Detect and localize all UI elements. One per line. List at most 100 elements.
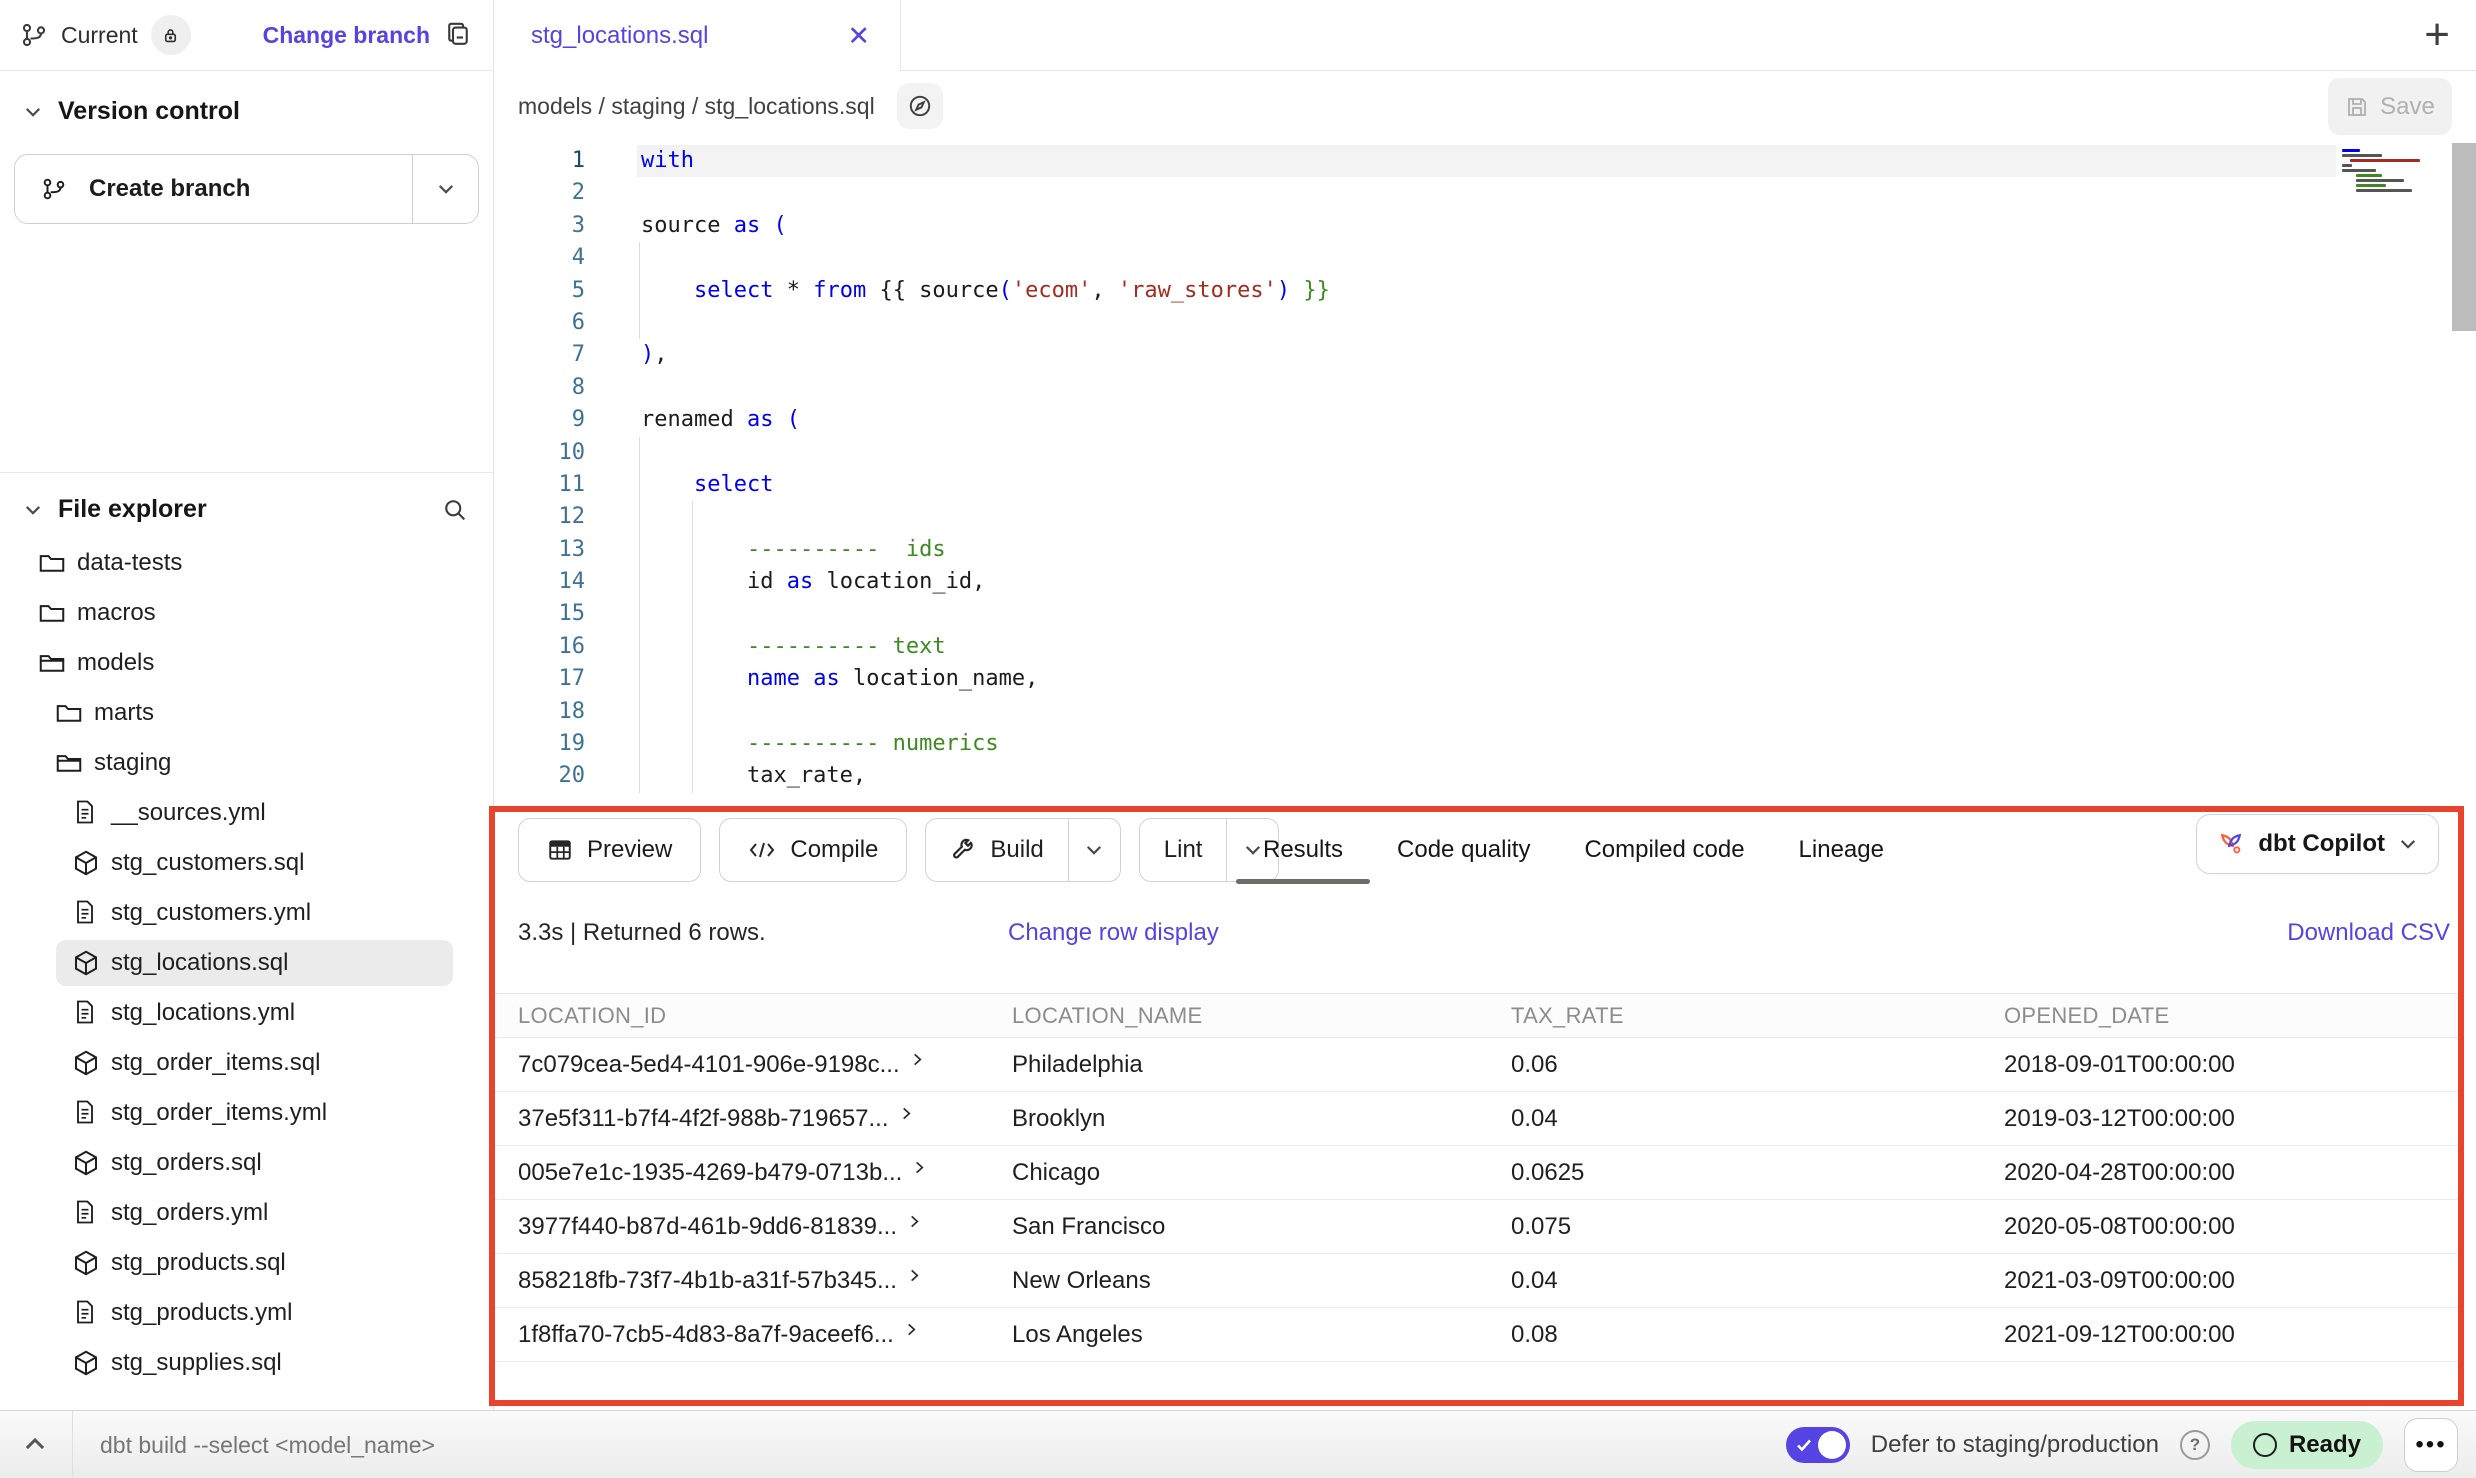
panel-tab-compiled-code[interactable]: Compiled code (1557, 818, 1771, 882)
file-tree-item-label: marts (94, 699, 154, 727)
build-button[interactable]: Build (926, 819, 1067, 881)
tab-stg-locations-sql[interactable]: stg_locations.sql ✕ (495, 0, 901, 72)
file-tree-item-stg-locations-yml[interactable]: stg_locations.yml (0, 988, 493, 1038)
table-row: 7c079cea-5ed4-4101-906e-9198c...Philadel… (495, 1038, 2462, 1092)
save-button[interactable]: Save (2328, 78, 2452, 135)
lint-button[interactable]: Lint (1140, 819, 1227, 881)
code-editor[interactable]: 1with23source as (45 select * from {{ so… (495, 141, 2476, 810)
file-tree-item-label: models (77, 649, 154, 677)
results-bar: 3.3s | Returned 6 rows. Change row displ… (518, 910, 2450, 956)
code-line-10[interactable]: 10 (495, 437, 2476, 469)
code-line-5[interactable]: 5 select * from {{ source('ecom', 'raw_s… (495, 275, 2476, 307)
build-label: Build (990, 836, 1043, 864)
chevron-down-icon[interactable] (23, 500, 43, 520)
line-number: 20 (495, 760, 585, 792)
file-explorer-title: File explorer (58, 495, 207, 524)
change-row-display-link[interactable]: Change row display (1008, 919, 1219, 947)
file-tree-item-stg-supplies-sql[interactable]: stg_supplies.sql (0, 1338, 493, 1388)
file-tree-item-stg-order-items-sql[interactable]: stg_order_items.sql (0, 1038, 493, 1088)
expand-cell-icon[interactable] (907, 1214, 922, 1229)
code-line-12[interactable]: 12 (495, 501, 2476, 533)
code-line-4[interactable]: 4 (495, 242, 2476, 274)
file-tree-item-data-tests[interactable]: data-tests (0, 538, 493, 588)
dbt-copilot-button[interactable]: dbt Copilot (2196, 814, 2439, 874)
code-line-9[interactable]: 9renamed as ( (495, 404, 2476, 436)
create-branch-dropdown[interactable] (412, 155, 478, 223)
code-line-7[interactable]: 7), (495, 339, 2476, 371)
code-line-18[interactable]: 18 (495, 696, 2476, 728)
chevron-up-icon[interactable] (22, 1431, 48, 1457)
chevron-down-icon[interactable] (23, 102, 43, 122)
line-number: 4 (495, 242, 585, 274)
code-line-3[interactable]: 3source as ( (495, 210, 2476, 242)
table-grid-icon (547, 837, 573, 863)
code-line-8[interactable]: 8 (495, 372, 2476, 404)
folder-icon (37, 548, 67, 578)
file-tree-item-label: stg_products.yml (111, 1299, 292, 1327)
panel-tab-code-quality[interactable]: Code quality (1370, 818, 1557, 882)
command-input[interactable]: dbt build --select <model_name> (100, 1411, 435, 1478)
line-number: 6 (495, 307, 585, 339)
copy-icon[interactable] (443, 20, 473, 50)
code-line-1[interactable]: 1with (495, 145, 2476, 177)
help-icon[interactable]: ? (2180, 1430, 2210, 1460)
doc-icon (71, 1098, 101, 1128)
download-csv-link[interactable]: Download CSV (2287, 919, 2450, 947)
minimap[interactable] (2336, 143, 2448, 207)
more-options-button[interactable]: ••• (2404, 1418, 2458, 1472)
new-tab-button[interactable]: + (2424, 10, 2450, 60)
expand-cell-icon[interactable] (912, 1160, 927, 1175)
file-tree-item-stg-products-sql[interactable]: stg_products.sql (0, 1238, 493, 1288)
line-number: 7 (495, 339, 585, 371)
file-tree-item-stg-products-yml[interactable]: stg_products.yml (0, 1288, 493, 1338)
compile-label: Compile (790, 836, 878, 864)
change-branch-link[interactable]: Change branch (263, 22, 430, 49)
code-line-13[interactable]: 13 ---------- ids (495, 534, 2476, 566)
file-tree-item-stg-orders-sql[interactable]: stg_orders.sql (0, 1138, 493, 1188)
code-line-15[interactable]: 15 (495, 598, 2476, 630)
file-tree-item-marts[interactable]: marts (0, 688, 493, 738)
ready-label: Ready (2289, 1431, 2361, 1459)
code-line-2[interactable]: 2 (495, 177, 2476, 209)
file-tree-item-stg-customers-sql[interactable]: stg_customers.sql (0, 838, 493, 888)
file-tree-item-stg-locations-sql[interactable]: stg_locations.sql (0, 938, 493, 988)
file-tree-item-stg-customers-yml[interactable]: stg_customers.yml (0, 888, 493, 938)
compile-button[interactable]: Compile (719, 818, 907, 882)
table-row: 37e5f311-b7f4-4f2f-988b-719657...Brookly… (495, 1092, 2462, 1146)
table-cell: 2019-03-12T00:00:00 (1981, 1105, 2462, 1133)
preview-button[interactable]: Preview (518, 818, 701, 882)
defer-label: Defer to staging/production (1871, 1431, 2159, 1459)
code-line-11[interactable]: 11 select (495, 469, 2476, 501)
expand-cell-icon[interactable] (904, 1322, 919, 1337)
file-tree-item-stg-order-items-yml[interactable]: stg_order_items.yml (0, 1088, 493, 1138)
code-line-20[interactable]: 20 tax_rate, (495, 760, 2476, 792)
defer-toggle[interactable] (1786, 1427, 1850, 1463)
expand-cell-icon[interactable] (907, 1268, 922, 1283)
panel-tab-results[interactable]: Results (1236, 818, 1370, 882)
code-line-6[interactable]: 6 (495, 307, 2476, 339)
code-line-17[interactable]: 17 name as location_name, (495, 663, 2476, 695)
search-icon[interactable] (441, 496, 469, 524)
editor-scrollbar-thumb[interactable] (2452, 143, 2476, 331)
expand-cell-icon[interactable] (910, 1052, 925, 1067)
expand-cell-icon[interactable] (899, 1106, 914, 1121)
file-tree-item-staging[interactable]: staging (0, 738, 493, 788)
code-line-16[interactable]: 16 ---------- text (495, 631, 2476, 663)
lineage-compass-button[interactable] (897, 83, 943, 129)
file-tree-item-macros[interactable]: macros (0, 588, 493, 638)
file-tree-item-models[interactable]: models (0, 638, 493, 688)
doc-icon (71, 998, 101, 1028)
column-header-tax_rate: TAX_RATE (1488, 1003, 1981, 1029)
panel-tab-lineage[interactable]: Lineage (1772, 818, 1911, 882)
divider (72, 1411, 73, 1478)
file-tree-item--sources-yml[interactable]: __sources.yml (0, 788, 493, 838)
build-dropdown[interactable] (1068, 819, 1120, 881)
code-text: ), (641, 339, 668, 371)
code-line-19[interactable]: 19 ---------- numerics (495, 728, 2476, 760)
table-cell: 3977f440-b87d-461b-9dd6-81839... (495, 1213, 989, 1241)
close-tab-icon[interactable]: ✕ (847, 23, 870, 50)
create-branch-button[interactable]: Create branch (14, 154, 479, 224)
indent-guide (692, 501, 693, 533)
file-tree-item-stg-orders-yml[interactable]: stg_orders.yml (0, 1188, 493, 1238)
code-line-14[interactable]: 14 id as location_id, (495, 566, 2476, 598)
